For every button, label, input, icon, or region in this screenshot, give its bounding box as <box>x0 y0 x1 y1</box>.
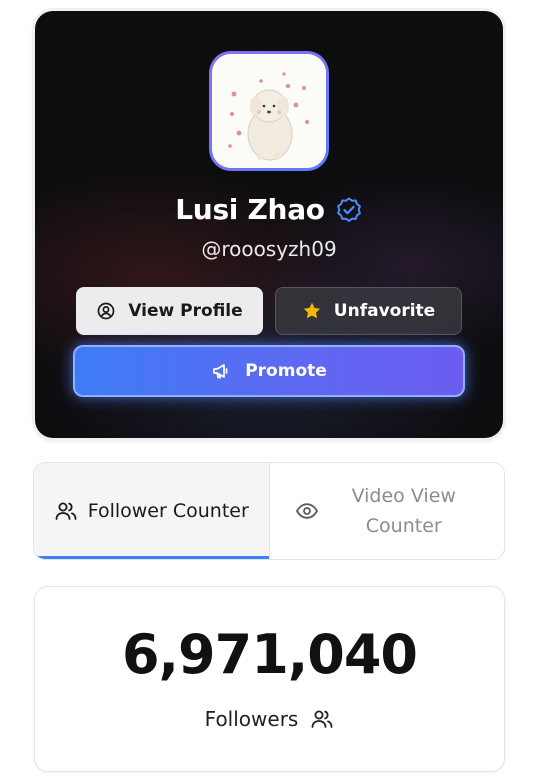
follower-count-label-row: Followers <box>35 707 504 731</box>
unfavorite-label: Unfavorite <box>333 301 436 321</box>
promote-button[interactable]: Promote <box>73 345 465 397</box>
eye-icon <box>295 499 319 523</box>
verified-badge-icon <box>335 196 363 224</box>
counter-tabs: Follower Counter Video View Counter <box>33 462 505 560</box>
tab-follower-counter[interactable]: Follower Counter <box>34 463 270 559</box>
promote-label: Promote <box>245 361 327 381</box>
profile-name: Lusi Zhao <box>175 193 325 226</box>
profile-card: Lusi Zhao @rooosyzh09 View Profile Unfav… <box>35 11 503 438</box>
avatar-image <box>212 54 326 168</box>
follower-count-value: 6,971,040 <box>121 623 418 686</box>
user-circle-icon <box>96 301 116 321</box>
name-row: Lusi Zhao <box>35 193 503 226</box>
megaphone-icon <box>211 361 231 381</box>
follower-count-label: Followers <box>204 707 299 731</box>
tab-video-view-counter[interactable]: Video View Counter <box>270 463 505 559</box>
star-icon <box>302 301 322 321</box>
users-icon <box>54 499 78 523</box>
follower-count-card: 6,971,040 Followers <box>34 586 505 772</box>
tab-follower-counter-label: Follower Counter <box>87 500 249 522</box>
view-profile-button[interactable]: View Profile <box>76 287 263 335</box>
avatar[interactable] <box>209 51 329 171</box>
unfavorite-button[interactable]: Unfavorite <box>275 287 462 335</box>
profile-handle: @rooosyzh09 <box>201 237 337 261</box>
tab-video-view-counter-label: Video View Counter <box>351 485 456 537</box>
dog-illustration-icon <box>212 54 326 168</box>
view-profile-label: View Profile <box>128 301 243 321</box>
users-icon <box>310 707 334 731</box>
